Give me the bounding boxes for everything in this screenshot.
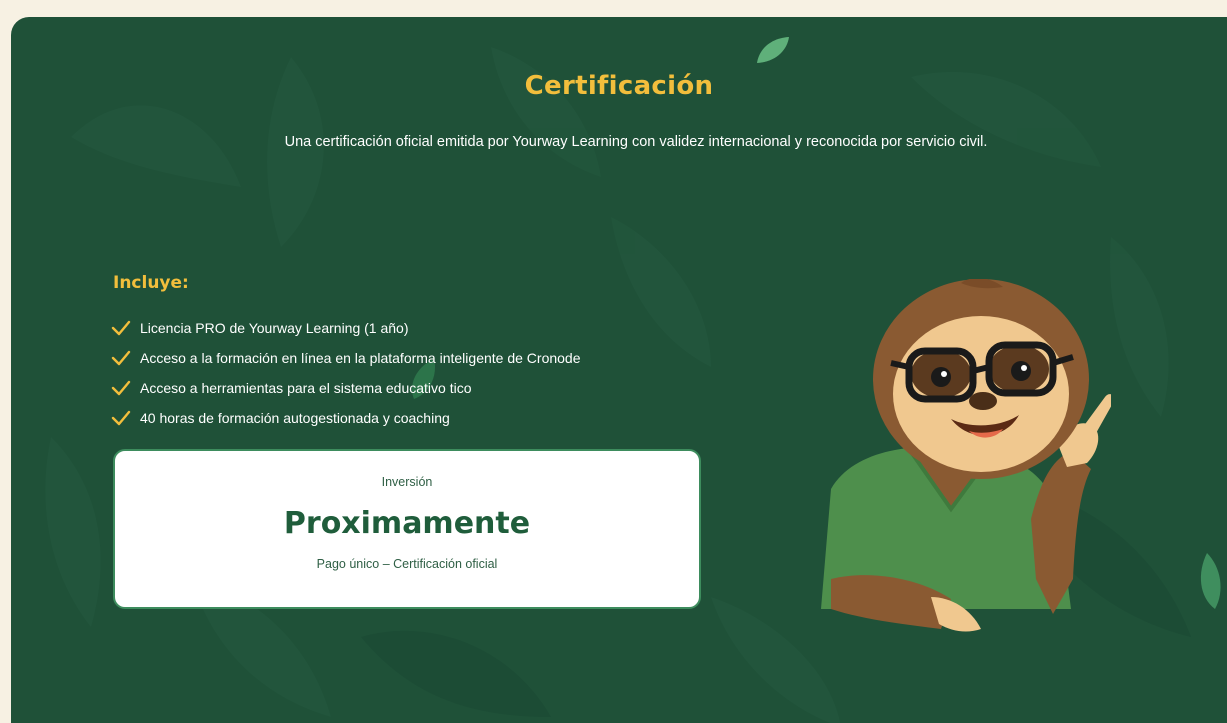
feature-label: Licencia PRO de Yourway Learning (1 año) — [140, 320, 409, 336]
feature-label: 40 horas de formación autogestionada y c… — [140, 410, 450, 426]
feature-label: Acceso a herramientas para el sistema ed… — [140, 380, 472, 396]
investment-price: Proximamente — [283, 506, 531, 541]
features-list: Licencia PRO de Yourway Learning (1 año)… — [111, 313, 581, 433]
page-title: Certificación — [524, 71, 714, 101]
certification-section: Certificación Una certificación oficial … — [11, 17, 1227, 723]
page: Certificación Una certificación oficial … — [0, 0, 1227, 723]
feature-item: Acceso a herramientas para el sistema ed… — [111, 373, 581, 403]
feature-label: Acceso a la formación en línea en la pla… — [140, 350, 581, 366]
leaf-icon — [757, 37, 789, 63]
leaf-icon — [1200, 553, 1221, 609]
check-icon — [111, 380, 131, 396]
page-subtitle: Una certificación oficial emitida por Yo… — [284, 134, 988, 150]
sloth-mascot-illustration — [821, 279, 1111, 632]
check-icon — [111, 410, 131, 426]
includes-heading: Incluye: — [113, 273, 189, 293]
feature-item: Licencia PRO de Yourway Learning (1 año) — [111, 313, 581, 343]
check-icon — [111, 320, 131, 336]
feature-item: Acceso a la formación en línea en la pla… — [111, 343, 581, 373]
investment-note: Pago único – Certificación oficial — [316, 557, 498, 571]
check-icon — [111, 350, 131, 366]
feature-item: 40 horas de formación autogestionada y c… — [111, 403, 581, 433]
investment-card: Inversión Proximamente Pago único – Cert… — [113, 449, 701, 609]
investment-label: Inversión — [381, 475, 433, 489]
